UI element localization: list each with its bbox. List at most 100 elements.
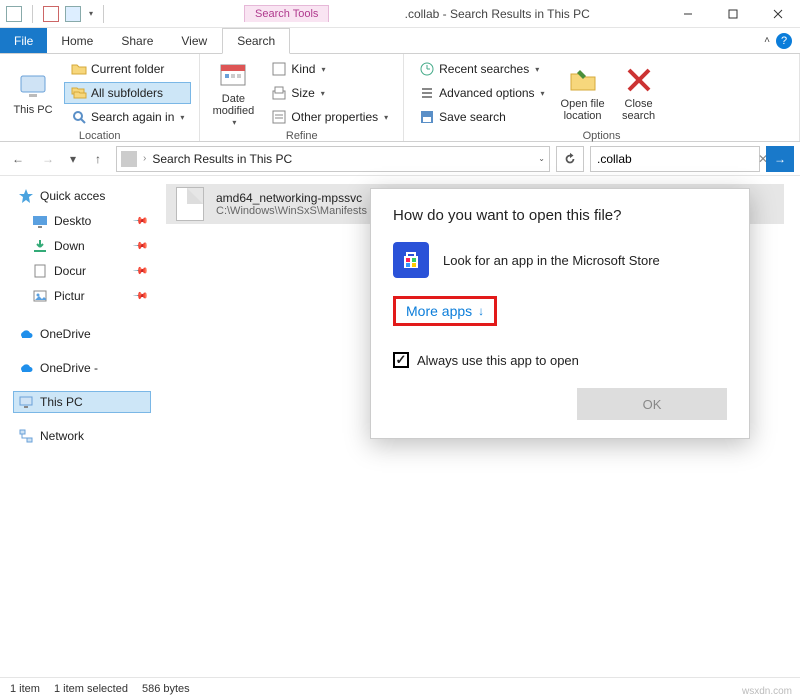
result-file-path: C:\Windows\WinSxS\Manifests xyxy=(216,205,367,217)
recent-locations-button[interactable]: ▾ xyxy=(66,147,80,171)
advanced-options-button[interactable]: Advanced options▾ xyxy=(412,82,551,104)
window-title: .collab - Search Results in This PC xyxy=(329,7,665,21)
help-icon[interactable]: ? xyxy=(776,33,792,49)
close-button[interactable] xyxy=(755,0,800,28)
ribbon-tabs: File Home Share View Search ˄ ? xyxy=(0,28,800,54)
kind-label: Kind xyxy=(291,62,315,76)
tab-home[interactable]: Home xyxy=(47,28,107,53)
properties-icon xyxy=(271,109,287,125)
tab-file[interactable]: File xyxy=(0,28,47,53)
sidebar-onedrive[interactable]: OneDrive xyxy=(14,324,150,344)
recent-searches-label: Recent searches xyxy=(439,62,529,76)
qat-icon-1[interactable] xyxy=(6,6,22,22)
group-options: Recent searches▾ Advanced options▾ Save … xyxy=(404,54,800,141)
always-use-row[interactable]: ✓ Always use this app to open xyxy=(393,352,727,368)
sidebar-label: OneDrive - xyxy=(40,361,98,375)
close-search-button[interactable]: Close search xyxy=(614,58,664,128)
save-search-button[interactable]: Save search xyxy=(412,106,551,128)
navigation-pane: Quick acces Deskto 📌 Down📌 Docur📌 Pictur📌… xyxy=(0,176,150,676)
open-file-location-button[interactable]: Open file location xyxy=(558,58,608,128)
ok-button[interactable]: OK xyxy=(577,388,727,420)
sidebar-network[interactable]: Network xyxy=(14,426,150,446)
recent-searches-button[interactable]: Recent searches▾ xyxy=(412,58,551,80)
address-bar[interactable]: › Search Results in This PC ⌄ xyxy=(116,146,550,172)
sidebar-pictures[interactable]: Pictur📌 xyxy=(14,286,150,306)
current-folder-label: Current folder xyxy=(91,62,164,76)
refresh-button[interactable] xyxy=(556,146,584,172)
status-size: 586 bytes xyxy=(142,683,190,695)
sidebar-label: OneDrive xyxy=(40,327,91,341)
group-location: This PC Current folder All subfolders xyxy=(0,54,200,141)
sidebar-downloads[interactable]: Down📌 xyxy=(14,236,150,256)
address-dropdown[interactable]: ⌄ xyxy=(538,154,545,163)
arrow-down-icon: ↓ xyxy=(478,304,484,318)
sidebar-label: Deskto xyxy=(54,214,91,228)
document-icon xyxy=(32,263,48,279)
desktop-icon xyxy=(32,213,48,229)
cloud-icon xyxy=(18,360,34,376)
store-option-label: Look for an app in the Microsoft Store xyxy=(443,253,660,268)
sidebar-desktop[interactable]: Deskto 📌 xyxy=(14,211,150,231)
up-button[interactable]: ↑ xyxy=(86,147,110,171)
other-properties-label: Other properties xyxy=(291,110,378,124)
back-button[interactable]: ← xyxy=(6,147,30,171)
pin-icon: 📌 xyxy=(131,213,148,230)
status-item-count: 1 item xyxy=(10,683,40,695)
tab-view[interactable]: View xyxy=(167,28,221,53)
all-subfolders-button[interactable]: All subfolders xyxy=(64,82,191,104)
advanced-options-label: Advanced options xyxy=(439,86,534,100)
title-bar: ▾ Search Tools .collab - Search Results … xyxy=(0,0,800,28)
store-option[interactable]: Look for an app in the Microsoft Store xyxy=(393,242,727,278)
sidebar-label: Pictur xyxy=(54,289,85,303)
clock-icon xyxy=(419,61,435,77)
store-icon xyxy=(393,242,429,278)
search-input[interactable] xyxy=(595,151,754,167)
folder-icon xyxy=(71,61,87,77)
kind-icon xyxy=(271,61,287,77)
sidebar-quick-access[interactable]: Quick acces xyxy=(14,186,150,206)
sidebar-documents[interactable]: Docur📌 xyxy=(14,261,150,281)
open-with-dialog: How do you want to open this file? Look … xyxy=(370,188,750,439)
minimize-button[interactable] xyxy=(665,0,710,28)
forward-button[interactable]: → xyxy=(36,147,60,171)
chevron-right-icon: › xyxy=(143,153,146,164)
always-use-label: Always use this app to open xyxy=(417,353,579,368)
search-box[interactable]: ✕ xyxy=(590,146,760,172)
collapse-ribbon-icon[interactable]: ˄ xyxy=(764,35,770,46)
refresh-icon xyxy=(563,152,577,166)
kind-button[interactable]: Kind▾ xyxy=(264,58,395,80)
current-folder-button[interactable]: Current folder xyxy=(64,58,191,80)
search-tools-label: Search Tools xyxy=(244,5,329,22)
search-again-in-button[interactable]: Search again in▾ xyxy=(64,106,191,128)
window-controls xyxy=(665,0,800,28)
monitor-icon xyxy=(17,70,49,102)
divider xyxy=(103,5,104,23)
qat-dropdown[interactable]: ▾ xyxy=(89,9,93,18)
sidebar-this-pc[interactable]: This PC xyxy=(14,392,150,412)
arrow-right-icon: → xyxy=(774,152,786,166)
other-properties-button[interactable]: Other properties▾ xyxy=(264,106,395,128)
network-icon xyxy=(18,428,34,444)
sidebar-label: Network xyxy=(40,429,84,443)
date-modified-button[interactable]: Date modified▾ xyxy=(208,58,258,128)
qat-icon-3[interactable] xyxy=(65,6,81,22)
size-button[interactable]: Size▾ xyxy=(264,82,395,104)
more-apps-link[interactable]: More apps xyxy=(406,303,472,319)
group-location-label: Location xyxy=(8,128,191,144)
tab-search[interactable]: Search xyxy=(222,28,290,54)
size-label: Size xyxy=(291,86,314,100)
search-go-button[interactable]: → xyxy=(766,146,794,172)
sidebar-onedrive-2[interactable]: OneDrive - xyxy=(14,358,150,378)
quick-access-toolbar: ▾ xyxy=(0,5,114,23)
tab-share[interactable]: Share xyxy=(107,28,167,53)
always-use-checkbox[interactable]: ✓ xyxy=(393,352,409,368)
result-file-name: amd64_networking-mpssvc xyxy=(216,191,367,205)
maximize-button[interactable] xyxy=(710,0,755,28)
cloud-icon xyxy=(18,326,34,342)
qat-icon-2[interactable] xyxy=(43,6,59,22)
list-icon xyxy=(419,85,435,101)
this-pc-button[interactable]: This PC xyxy=(8,58,58,128)
monitor-icon xyxy=(18,394,34,410)
dialog-title: How do you want to open this file? xyxy=(393,207,727,224)
close-x-icon xyxy=(623,64,655,96)
